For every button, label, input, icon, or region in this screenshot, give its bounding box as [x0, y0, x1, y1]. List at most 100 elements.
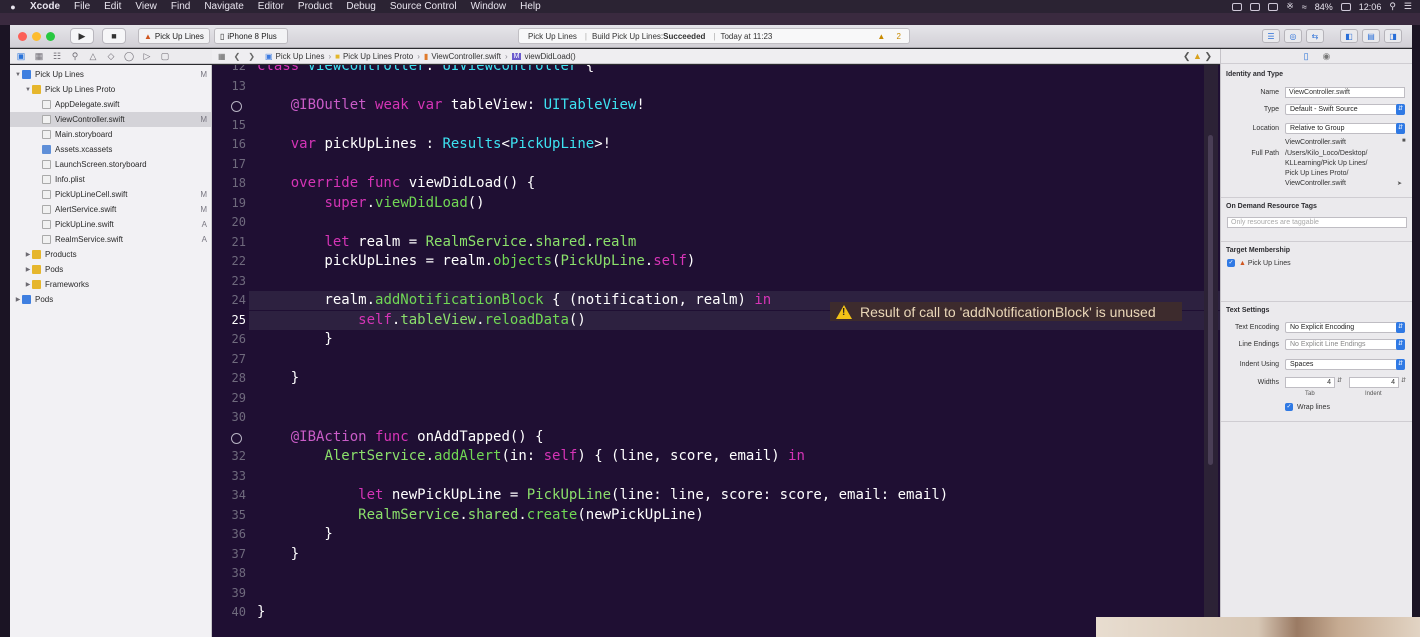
- toggle-navigator-button[interactable]: ◧: [1340, 29, 1358, 43]
- menu-help[interactable]: Help: [520, 1, 541, 12]
- navigator-item[interactable]: PickUpLineCell.swift M: [10, 187, 211, 202]
- outlet-connection-icon[interactable]: [231, 432, 242, 444]
- menu-debug[interactable]: Debug: [346, 1, 375, 12]
- disclosure-closed-icon[interactable]: ▶: [14, 296, 22, 303]
- run-button[interactable]: ▶: [70, 28, 94, 44]
- search-icon[interactable]: ⚲: [68, 51, 82, 62]
- menu-find[interactable]: Find: [171, 1, 190, 12]
- code-line[interactable]: let newPickUpLine = PickUpLine(line: lin…: [257, 486, 948, 504]
- indent-using-popup[interactable]: Spaces ⇵: [1285, 359, 1405, 370]
- code-line[interactable]: @IBAction func onAddTapped() {: [257, 428, 544, 446]
- source-editor[interactable]: 1213141516171819202122232425262728293031…: [212, 65, 1220, 637]
- code-line[interactable]: override func viewDidLoad() {: [257, 174, 535, 192]
- navigator-item[interactable]: AlertService.swift M: [10, 202, 211, 217]
- jump-crumb-group[interactable]: Pick Up Lines Proto: [343, 52, 413, 61]
- navigator-item[interactable]: ▼ Pick Up Lines Proto: [10, 82, 211, 97]
- code-line[interactable]: @IBOutlet weak var tableView: UITableVie…: [257, 96, 645, 114]
- source-control-icon[interactable]: ▦: [32, 51, 46, 62]
- checkbox-checked[interactable]: ✓: [1227, 259, 1235, 268]
- menu-view[interactable]: View: [135, 1, 157, 12]
- checkbox-checked[interactable]: ✓: [1285, 403, 1293, 412]
- code-line[interactable]: self.tableView.reloadData(): [257, 311, 586, 329]
- navigator-item[interactable]: Main.storyboard: [10, 127, 211, 142]
- close-window-button[interactable]: [18, 32, 27, 41]
- back-arrow-icon[interactable]: ❮: [234, 52, 241, 61]
- indent-stepper[interactable]: ⇵: [1401, 377, 1406, 384]
- name-field[interactable]: ViewController.swift: [1285, 87, 1405, 98]
- target-membership-row[interactable]: ✓ ▲ Pick Up Lines: [1227, 259, 1291, 269]
- disclosure-closed-icon[interactable]: ▶: [24, 266, 32, 273]
- tab-stepper[interactable]: ⇵: [1337, 377, 1342, 384]
- indent-width-field[interactable]: 4: [1349, 377, 1399, 388]
- code-line[interactable]: }: [257, 603, 265, 621]
- mirror-icon[interactable]: [1268, 2, 1279, 11]
- menu-navigate[interactable]: Navigate: [204, 1, 243, 12]
- menu-source-control[interactable]: Source Control: [390, 1, 457, 12]
- battery-percent[interactable]: 84%: [1315, 2, 1333, 12]
- code-line[interactable]: }: [257, 330, 332, 348]
- toggle-debug-area-button[interactable]: ▤: [1362, 29, 1380, 43]
- version-editor-button[interactable]: ⇆: [1306, 29, 1324, 43]
- line-number-gutter[interactable]: 1213141516171819202122232425262728293031…: [212, 65, 249, 637]
- stop-button[interactable]: ■: [102, 28, 126, 44]
- disclosure-open-icon[interactable]: ▼: [14, 72, 22, 78]
- navigator-item[interactable]: ▶ Frameworks: [10, 277, 211, 292]
- navigator-item[interactable]: AppDelegate.swift: [10, 97, 211, 112]
- disclosure-closed-icon[interactable]: ▶: [24, 281, 32, 288]
- code-line[interactable]: pickUpLines = realm.objects(PickUpLine.s…: [257, 252, 695, 270]
- navigator-item[interactable]: Info.plist: [10, 172, 211, 187]
- zoom-window-button[interactable]: [46, 32, 55, 41]
- code-line[interactable]: AlertService.addAlert(in: self) { (line,…: [257, 447, 804, 465]
- menu-app[interactable]: Xcode: [30, 1, 60, 12]
- menu-edit[interactable]: Edit: [104, 1, 121, 12]
- jump-crumb-file[interactable]: ViewController.swift: [431, 52, 501, 61]
- code-line[interactable]: super.viewDidLoad(): [257, 194, 484, 212]
- screen-record-icon[interactable]: [1232, 2, 1243, 11]
- navigator-item[interactable]: RealmService.swift A: [10, 232, 211, 247]
- jump-crumb-project[interactable]: Pick Up Lines: [276, 52, 325, 61]
- reveal-arrow-icon[interactable]: ➤: [1397, 180, 1402, 187]
- spotlight-icon[interactable]: ⚲: [1389, 1, 1396, 12]
- toggle-utilities-button[interactable]: ◨: [1384, 29, 1402, 43]
- line-endings-popup[interactable]: No Explicit Line Endings ⇵: [1285, 339, 1405, 350]
- breakpoint-icon[interactable]: ▷: [140, 51, 154, 62]
- type-popup[interactable]: Default - Swift Source ⇵: [1285, 104, 1405, 115]
- menu-window[interactable]: Window: [471, 1, 507, 12]
- wrap-lines-row[interactable]: ✓ Wrap lines: [1285, 403, 1330, 413]
- navigator-item[interactable]: PickUpLine.swift A: [10, 217, 211, 232]
- menu-clock[interactable]: 12:06: [1359, 2, 1382, 12]
- navigator-item[interactable]: ▶ Pods: [10, 262, 211, 277]
- hierarchy-icon[interactable]: ☷: [50, 51, 64, 62]
- report-icon[interactable]: ▢: [158, 51, 172, 62]
- menu-editor[interactable]: Editor: [258, 1, 284, 12]
- menu-product[interactable]: Product: [298, 1, 332, 12]
- editor-scrollbar[interactable]: [1204, 65, 1218, 637]
- debug-icon[interactable]: ◯: [122, 51, 136, 62]
- minimize-window-button[interactable]: [32, 32, 41, 41]
- notification-center-icon[interactable]: ☰: [1404, 1, 1412, 12]
- display-icon[interactable]: [1250, 2, 1261, 11]
- location-popup[interactable]: Relative to Group ⇵: [1285, 123, 1405, 134]
- issue-navigation-arrows[interactable]: ❮ ▲ ❯: [1183, 51, 1212, 62]
- navigator-item[interactable]: ViewController.swift M: [10, 112, 211, 127]
- code-line[interactable]: RealmService.shared.create(newPickUpLine…: [257, 506, 704, 524]
- bluetooth-icon[interactable]: ※: [1286, 1, 1294, 12]
- code-line[interactable]: class ViewController: UIViewController {: [257, 65, 594, 75]
- test-icon[interactable]: ◇: [104, 51, 118, 62]
- device-selector[interactable]: ▯ iPhone 8 Plus: [214, 28, 288, 44]
- jump-crumb-method[interactable]: viewDidLoad(): [524, 52, 575, 61]
- wifi-icon[interactable]: ≈: [1302, 2, 1307, 12]
- tab-width-field[interactable]: 4: [1285, 377, 1335, 388]
- forward-arrow-icon[interactable]: ❯: [248, 52, 255, 61]
- code-line[interactable]: realm.addNotificationBlock { (notificati…: [257, 291, 771, 309]
- disclosure-open-icon[interactable]: ▼: [24, 87, 32, 93]
- encoding-popup[interactable]: No Explicit Encoding ⇵: [1285, 322, 1405, 333]
- file-inspector-icon[interactable]: ▯: [1304, 51, 1309, 62]
- navigator-item[interactable]: ▶ Pods: [10, 292, 211, 307]
- standard-editor-button[interactable]: ☰: [1262, 29, 1280, 43]
- folder-reveal-icon[interactable]: ■: [1402, 138, 1406, 144]
- assistant-editor-button[interactable]: ◎: [1284, 29, 1302, 43]
- quick-help-icon[interactable]: ◉: [1323, 51, 1331, 62]
- scrollbar-thumb[interactable]: [1208, 135, 1213, 465]
- odr-tags-field[interactable]: Only resources are taggable: [1227, 217, 1407, 228]
